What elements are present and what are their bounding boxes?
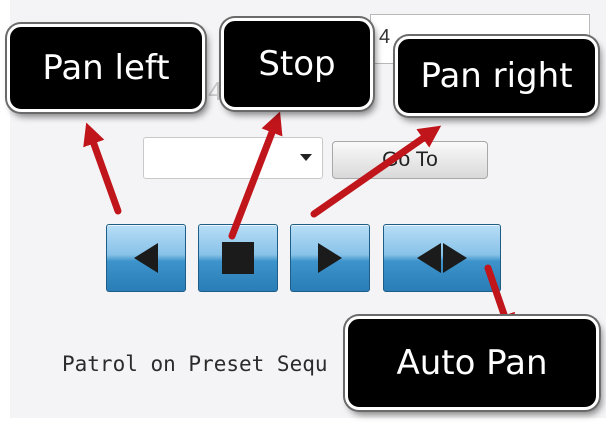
arrow-stop bbox=[228, 111, 283, 240]
arrow-pan-left bbox=[83, 122, 122, 215]
callout-stop: Stop bbox=[221, 18, 373, 110]
callout-auto-pan: Auto Pan bbox=[345, 316, 599, 410]
arrow-pan-right bbox=[310, 125, 442, 218]
callout-pan-right: Pan right bbox=[395, 36, 598, 116]
callout-pan-left: Pan left bbox=[7, 24, 205, 112]
